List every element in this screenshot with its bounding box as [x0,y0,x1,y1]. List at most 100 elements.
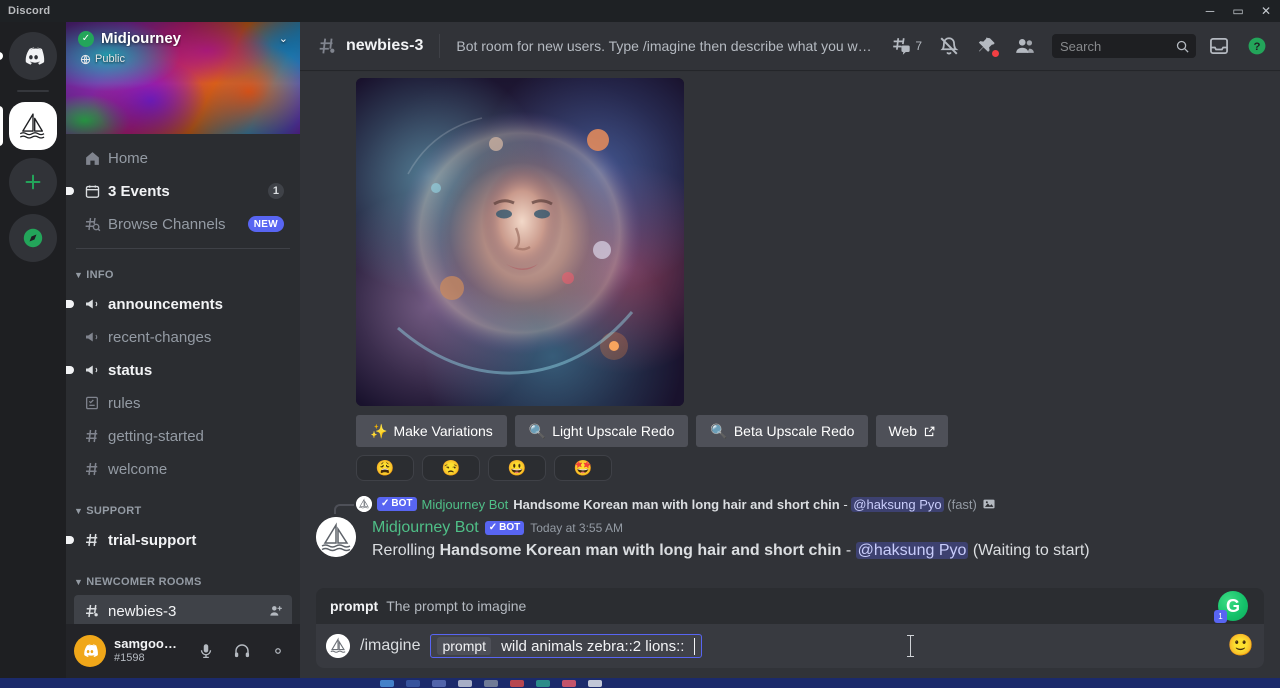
sidebar-item-recent-changes[interactable]: recent-changes [74,321,292,353]
message-prompt: Handsome Korean man with long hair and s… [439,542,842,559]
sidebar-item-announcements[interactable]: announcements [66,288,292,320]
taskbar-item[interactable] [406,679,420,687]
rail-item-explore-servers[interactable] [9,214,57,262]
message-scroller[interactable]: ✨ Make Variations 🔍 Light Upscale Redo 🔍… [300,70,1280,578]
channel-label: announcements [108,295,224,313]
category-info[interactable]: ▼ INFO [66,263,300,287]
text-cursor-icon [907,635,915,657]
chevron-down-icon[interactable]: ⌄ [279,32,288,45]
hash-icon [82,460,102,478]
headphones-icon[interactable] [228,637,256,665]
channel-header: newbies-3 Bot room for new users. Type /… [300,22,1280,70]
category-support[interactable]: ▼ SUPPORT [66,499,300,523]
add-members-icon[interactable] [268,603,284,619]
image-detail-layer [356,78,684,406]
chevron-down-icon: ▼ [74,577,84,587]
bot-label: BOT [499,522,521,533]
message-composer[interactable]: /imagine prompt wild animals zebra::2 li… [316,624,1264,668]
weary-face-reaction[interactable]: 😩 [356,455,414,481]
composer-input-area[interactable] [712,626,1218,666]
taskbar-item[interactable] [536,679,550,687]
unread-indicator [66,187,74,195]
reply-mention[interactable]: @haksung Pyo [851,496,944,512]
notification-off-icon[interactable] [934,30,964,62]
channel-label: newbies-3 [108,602,177,620]
taskbar-item[interactable] [458,679,472,687]
user-info[interactable]: samgoodw… #1598 [114,637,184,665]
rail-item-midjourney-server[interactable] [0,102,57,150]
category-label: INFO [86,269,114,281]
maximize-button[interactable]: ▭ [1224,0,1252,22]
param-name: prompt [330,598,379,614]
settings-gear-icon[interactable] [264,637,292,665]
message-mention[interactable]: @haksung Pyo [855,542,969,559]
threads-icon[interactable]: 7 [886,30,926,62]
grammarly-badge-icon: 1 [1214,610,1227,623]
message-author[interactable]: Midjourney Bot [372,517,479,539]
command-argument-chip[interactable]: prompt wild animals zebra::2 lions:: [430,634,703,658]
avatar [326,634,350,658]
reply-reference[interactable]: ✓ BOT Midjourney Bot Handsome Korean man… [300,495,1280,514]
slash-command-label: /imagine [360,637,421,654]
search-input[interactable]: Search [1052,34,1196,58]
channel-list: Home 3 Events 1 Browse Channels NEW ▼ IN… [66,134,300,624]
grammarly-icon[interactable]: G 1 [1214,591,1248,623]
user-discriminator: #1598 [114,652,145,665]
magnifier-icon: 🔍 [710,422,728,439]
close-button[interactable]: ✕ [1252,0,1280,22]
guild-name: Midjourney [101,30,182,47]
sidebar-item-getting-started[interactable]: getting-started [74,420,292,452]
channel-topic[interactable]: Bot room for new users. Type /imagine th… [456,38,878,54]
sidebar-item-home[interactable]: Home [74,142,292,174]
header-divider [439,34,441,58]
reply-prompt: Handsome Korean man with long hair and s… [513,496,840,512]
app-title: Discord [8,5,51,17]
avatar[interactable] [316,517,356,557]
minimize-button[interactable]: ─ [1196,0,1224,22]
sidebar-item-welcome[interactable]: welcome [74,453,292,485]
sidebar-item-status[interactable]: status [66,354,292,386]
emoji-picker-button[interactable]: 🙂 [1228,633,1254,659]
beta-upscale-redo-button[interactable]: 🔍 Beta Upscale Redo [696,415,869,447]
channel-sidebar: ✓ Midjourney ⌄ Public Home 3 Events 1 Br… [66,22,300,678]
taskbar-item[interactable] [484,679,498,687]
avatar [356,496,372,512]
rail-active-pill [0,106,3,146]
rail-item-add-server[interactable] [9,158,57,206]
star-struck-reaction[interactable]: 🤩 [554,455,612,481]
make-variations-button[interactable]: ✨ Make Variations [356,415,507,447]
category-newcomer-rooms[interactable]: ▼ NEWCOMER ROOMS [66,570,300,594]
reply-author[interactable]: Midjourney Bot [422,497,509,512]
grinning-face-reaction[interactable]: 😃 [488,455,546,481]
taskbar-item[interactable] [432,679,446,687]
rail-item-discord-home[interactable] [0,32,57,80]
light-upscale-redo-button[interactable]: 🔍 Light Upscale Redo [514,415,689,447]
member-list-icon[interactable] [1010,30,1040,62]
button-label: Make Variations [393,423,493,439]
taskbar-item[interactable] [380,679,394,687]
web-link-button[interactable]: Web [876,415,949,447]
microphone-icon[interactable] [192,637,220,665]
sidebar-item-label: Browse Channels [108,215,226,233]
reply-suffix: (fast) [947,496,977,512]
taskbar-item[interactable] [588,679,602,687]
sidebar-item-events[interactable]: 3 Events 1 [66,175,292,207]
button-label: Light Upscale Redo [552,423,675,439]
help-icon[interactable]: ? [1242,30,1272,62]
guild-header[interactable]: ✓ Midjourney ⌄ Public [66,22,300,134]
unamused-face-reaction[interactable]: 😒 [422,455,480,481]
hash-members-icon [316,35,338,57]
sidebar-item-rules[interactable]: rules [74,387,292,419]
message-attachment-image[interactable] [356,78,684,406]
avatar[interactable] [74,635,106,667]
taskbar-item[interactable] [562,679,576,687]
home-icon [82,150,102,167]
pinned-messages-icon[interactable] [972,30,1002,62]
sidebar-item-newbies-3[interactable]: newbies-3 [74,595,292,624]
channel-label: status [108,361,153,379]
taskbar-item[interactable] [510,679,524,687]
sidebar-item-browse-channels[interactable]: Browse Channels NEW [74,208,292,240]
sidebar-item-label: 3 Events [108,182,170,200]
inbox-icon[interactable] [1204,30,1234,62]
sidebar-item-trial-support[interactable]: trial-support [66,524,292,556]
